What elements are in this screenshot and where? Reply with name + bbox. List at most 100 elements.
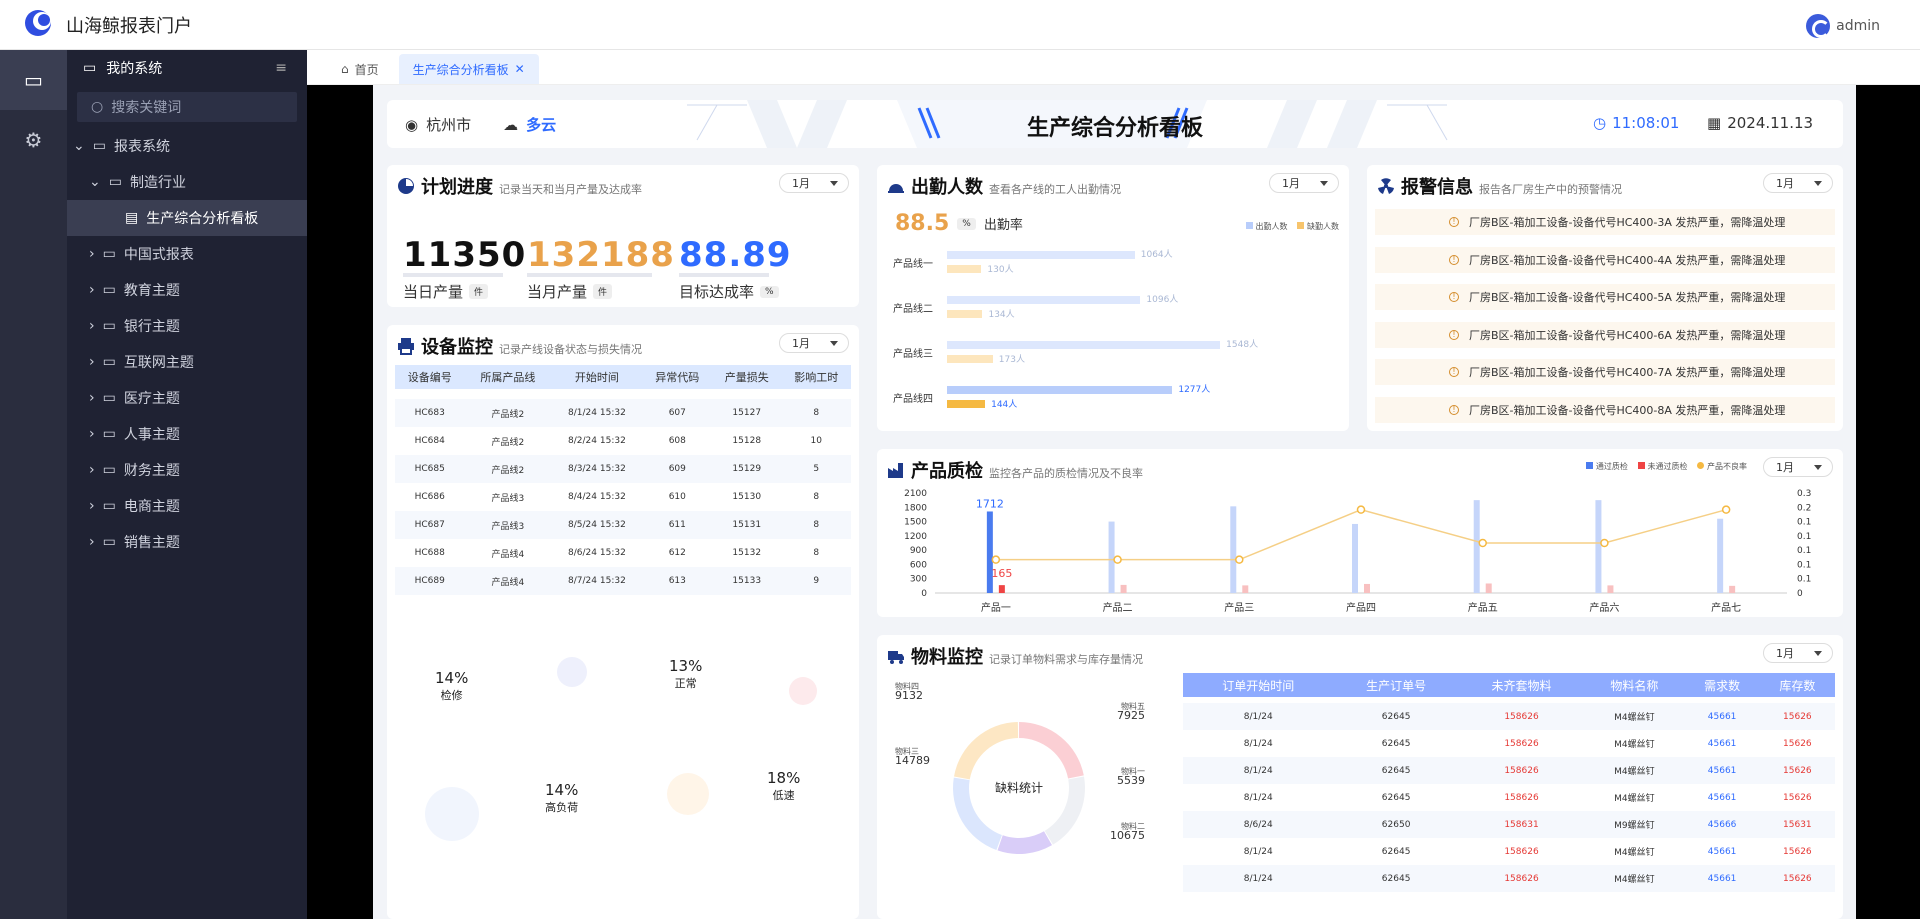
rate-underline — [679, 273, 769, 277]
month-select[interactable]: 1月 — [1763, 643, 1833, 663]
tab-bar: ⌂ 首页 生产综合分析看板 ✕ — [307, 50, 1920, 85]
column-header: 影响工时 — [781, 365, 851, 389]
info-icon: ! — [1449, 367, 1459, 377]
calendar-icon: ▦ — [1707, 114, 1722, 132]
alert-item[interactable]: ! 厂房B区-箱加工设备-设备代号HC400-4A 发热严重，需降温处理 — [1375, 246, 1835, 273]
tab-current[interactable]: 生产综合分析看板 ✕ — [398, 54, 539, 84]
table-cell: 158626 — [1458, 757, 1585, 784]
table-cell: 45661 — [1707, 846, 1737, 857]
table-row[interactable]: 8/1/24 62645 158626 M4螺丝钉 45661 15626 — [1183, 730, 1835, 757]
absent-bar — [947, 265, 982, 273]
chevron-right-icon: › — [89, 462, 95, 478]
x-tick: 产品三 — [1224, 601, 1254, 614]
column-header: 库存数 — [1759, 673, 1835, 697]
table-row[interactable]: 8/6/24 62650 158631 M9螺丝钉 45666 15631 — [1183, 811, 1835, 838]
chevron-right-icon: › — [89, 390, 95, 406]
tree-item[interactable]: › ▭ 电商主题 — [67, 488, 307, 524]
table-cell: 15631 — [1759, 811, 1835, 838]
table-row[interactable]: 8/1/24 62645 158626 M4螺丝钉 45661 15626 — [1183, 703, 1835, 730]
table-row[interactable]: HC685 产品线2 8/3/24 15:32 609 15129 5 — [395, 455, 851, 483]
month-select[interactable]: 1月 — [779, 173, 849, 193]
line-label: 产品线三 — [893, 349, 933, 360]
table-row[interactable]: 8/1/24 62645 158626 M4螺丝钉 45661 15626 — [1183, 784, 1835, 811]
table-cell: 8 — [781, 399, 851, 427]
monitor-icon[interactable]: ▭ — [0, 50, 67, 110]
tab-home[interactable]: ⌂ 首页 — [327, 54, 393, 84]
attendance-rate-value: 88.5 — [895, 211, 950, 236]
alert-item[interactable]: ! 厂房B区-箱加工设备-设备代号HC400-8A 发热严重，需降温处理 — [1375, 396, 1835, 423]
tree-item[interactable]: › ▭ 教育主题 — [67, 272, 307, 308]
table-row[interactable]: HC686 产品线3 8/4/24 15:32 610 15130 8 — [395, 483, 851, 511]
alert-text: 厂房B区-箱加工设备-设备代号HC400-3A 发热严重，需降温处理 — [1469, 216, 1786, 229]
tab-current-label: 生产综合分析看板 — [412, 62, 509, 77]
table-cell: M4螺丝钉 — [1584, 703, 1685, 730]
month-select[interactable]: 1月 — [1269, 173, 1339, 193]
month-select[interactable]: 1月 — [779, 333, 849, 353]
table-row[interactable]: HC684 产品线2 8/2/24 15:32 608 15128 10 — [395, 427, 851, 455]
search-input[interactable]: ○ 搜索关键词 — [77, 92, 297, 122]
line-label: 产品线一 — [893, 259, 933, 270]
table-row[interactable]: HC683 产品线2 8/1/24 15:32 607 15127 8 — [395, 399, 851, 427]
y-tick: 900 — [910, 546, 927, 556]
table-cell: 45661 — [1707, 738, 1737, 749]
present-bar — [947, 251, 1135, 259]
alert-item[interactable]: ! 厂房B区-箱加工设备-设备代号HC400-7A 发热严重，需降温处理 — [1375, 359, 1835, 385]
user-menu[interactable]: admin — [1806, 14, 1880, 38]
monthly-underline — [527, 273, 652, 277]
fail-bar — [1364, 583, 1370, 593]
month-select[interactable]: 1月 — [1763, 173, 1833, 193]
tree-item[interactable]: › ▭ 银行主题 — [67, 308, 307, 344]
table-cell: 5 — [781, 455, 851, 483]
table-row[interactable]: 8/1/24 62645 158626 M4螺丝钉 45661 15626 — [1183, 865, 1835, 892]
close-icon[interactable]: ✕ — [515, 62, 525, 76]
table-cell: 610 — [668, 492, 686, 502]
printer-icon — [398, 338, 414, 355]
dashboard-header: ◉ 杭州市 ☁ 多云 生产综合分析看板 ◷ 11:08:01 ▦ 2024.11.13 — [387, 100, 1843, 148]
table-cell: 611 — [642, 511, 713, 539]
y2-tick: 0.1 — [1797, 546, 1811, 556]
alert-text: 厂房B区-箱加工设备-设备代号HC400-6A 发热严重，需降温处理 — [1469, 328, 1786, 342]
table-cell: HC689 — [395, 567, 465, 595]
quality-card: 产品质检 监控各产品的质检情况及不良率 1月 通过质检 未通过质检 产品不良率 2… — [877, 449, 1843, 617]
tree-item-label: 财务主题 — [123, 463, 180, 479]
table-row[interactable]: 8/1/24 62645 158626 M4螺丝钉 45661 15626 — [1183, 838, 1835, 865]
folder-icon: ▭ — [102, 246, 116, 262]
absent-bar — [947, 400, 986, 408]
column-header: 所属产品线 — [464, 365, 552, 389]
column-header: 产量损失 — [712, 365, 782, 389]
status-bubble — [789, 677, 817, 705]
tree-item-active[interactable]: ▤ 生产综合分析看板 — [67, 200, 307, 236]
folder-icon: ▭ — [102, 534, 116, 550]
tree-item[interactable]: › ▭ 销售主题 — [67, 524, 307, 560]
tree-item-label: 医疗主题 — [123, 391, 180, 407]
table-cell: 62645 — [1381, 738, 1411, 749]
material-card: 物料监控 记录订单物料需求与库存量情况 1月 缺料统计 物料四 9132 物料五 7925… — [877, 635, 1843, 919]
tree-root[interactable]: ⌄ ▭ 报表系统 — [67, 128, 307, 164]
table-row[interactable]: HC689 产品线4 8/7/24 15:32 613 15133 9 — [395, 567, 851, 595]
absent-value: 134人 — [988, 310, 1015, 320]
present-bar — [947, 341, 1221, 349]
table-row[interactable]: 8/1/24 62645 158626 M4螺丝钉 45661 15626 — [1183, 757, 1835, 784]
column-header: 物料名称 — [1584, 673, 1685, 697]
table-cell: 15626 — [1783, 738, 1812, 749]
table-cell: 8/3/24 15:32 — [551, 455, 643, 483]
alert-item[interactable]: ! 厂房B区-箱加工设备-设备代号HC400-3A 发热严重，需降温处理 — [1375, 209, 1835, 235]
folder-icon: ▭ — [102, 354, 116, 370]
table-row[interactable]: HC688 产品线4 8/6/24 15:32 612 15132 8 — [395, 539, 851, 567]
status-bubble — [667, 773, 709, 815]
folder-icon: ▭ — [102, 390, 116, 406]
tree-item[interactable]: › ▭ 中国式报表 — [67, 236, 307, 272]
tree-item[interactable]: › ▭ 医疗主题 — [67, 380, 307, 416]
tree-item[interactable]: › ▭ 人事主题 — [67, 416, 307, 452]
status-percent: 14% 检修 — [435, 669, 468, 703]
alert-item[interactable]: ! 厂房B区-箱加工设备-设备代号HC400-5A 发热严重，需降温处理 — [1375, 284, 1835, 310]
tree-item[interactable]: › ▭ 财务主题 — [67, 452, 307, 488]
tree-group[interactable]: ⌄ ▭ 制造行业 — [67, 164, 307, 200]
menu-toggle-icon[interactable]: ≡ — [275, 60, 287, 76]
gear-icon[interactable]: ⚙ — [0, 110, 67, 170]
tree-item[interactable]: › ▭ 互联网主题 — [67, 344, 307, 380]
table-row[interactable]: HC687 产品线3 8/5/24 15:32 611 15131 8 — [395, 511, 851, 539]
pass-bar — [1230, 506, 1237, 593]
search-placeholder: 搜索关键词 — [111, 100, 182, 116]
alert-item[interactable]: ! 厂房B区-箱加工设备-设备代号HC400-6A 发热严重，需降温处理 — [1375, 321, 1835, 348]
